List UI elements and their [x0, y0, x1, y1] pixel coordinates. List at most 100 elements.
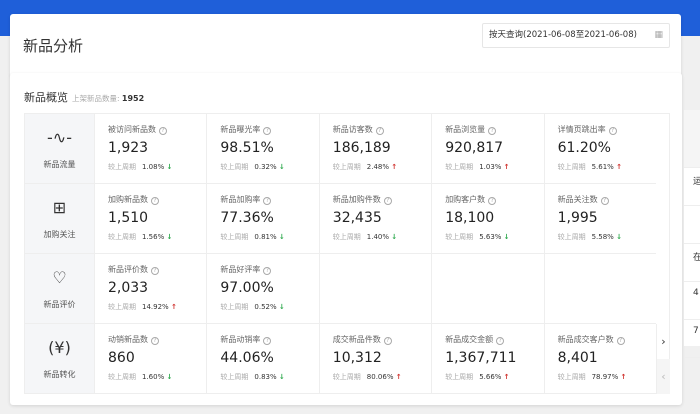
arrow-down-icon: ↓: [391, 233, 398, 241]
metric-value: 1,510: [108, 210, 149, 226]
help-icon[interactable]: ?: [151, 337, 159, 345]
help-icon[interactable]: ?: [151, 267, 159, 275]
help-icon[interactable]: ?: [263, 127, 272, 135]
date-range-text: 按天查询(2021-06-08至2021-06-08): [489, 30, 637, 40]
row-label-text: 加购关注: [43, 230, 76, 239]
compare-label: 较上周期: [220, 233, 249, 241]
help-icon[interactable]: ?: [159, 127, 167, 135]
metric-value: 32,435: [332, 210, 382, 226]
calendar-icon: ▦: [654, 30, 663, 40]
help-icon[interactable]: ?: [616, 337, 625, 345]
side-panel-item[interactable]: 7: [684, 320, 700, 358]
compare-label: 较上周期: [220, 373, 249, 381]
side-panel-item[interactable]: 在: [684, 244, 700, 282]
row-label-text: 新品转化: [43, 370, 76, 379]
section-title: 新品概览: [24, 91, 68, 104]
metric-value: 860: [108, 350, 135, 366]
date-range-picker[interactable]: 按天查询(2021-06-08至2021-06-08) ▦: [482, 23, 670, 48]
compare-label: 较上周期: [220, 163, 249, 171]
compare-label: 较上周期: [108, 303, 136, 311]
help-icon[interactable]: ?: [383, 197, 392, 205]
compare-label: 较上周期: [332, 163, 361, 171]
help-icon[interactable]: ?: [375, 127, 384, 135]
metric-change: 1.40%: [366, 233, 390, 241]
help-icon[interactable]: ?: [151, 197, 159, 205]
metric-row: (¥) 新品转化 动销新品数? 860 较上周期 1.60% ↓ 新品动销率? 44.06% 较…: [25, 324, 656, 394]
metric-name: 加购客户数: [445, 195, 486, 204]
metric-row: ⊞ 加购关注 加购新品数? 1,510 较上周期 1.56% ↓ 新品加购率? 77.36% 较…: [25, 184, 656, 254]
metric-value: 2,033: [108, 280, 149, 296]
listed-count: 1952: [121, 94, 145, 103]
compare-label: 较上周期: [108, 163, 136, 171]
arrow-down-icon: ↓: [278, 163, 285, 171]
metric-cell: 成交新品件数? 10,312 较上周期 80.06% ↑: [318, 324, 431, 393]
metric-cell: 加购客户数? 18,100 较上周期 5.63% ↓: [431, 184, 543, 253]
help-icon[interactable]: ?: [383, 337, 392, 345]
arrow-up-icon: ↑: [616, 163, 622, 171]
cart-add-icon: ⊞: [52, 198, 67, 217]
metric-name: 新品动销率: [220, 335, 261, 344]
arrow-up-icon: ↑: [503, 163, 510, 171]
heart-icon: ♡: [52, 268, 67, 287]
metric-value: 97.00%: [220, 280, 274, 296]
arrow-up-icon: ↑: [503, 373, 510, 381]
help-icon[interactable]: ?: [488, 127, 497, 135]
arrow-down-icon: ↓: [503, 233, 510, 241]
metric-name: 加购新品数: [108, 195, 148, 204]
metric-cell: [543, 254, 656, 323]
metric-value: 44.06%: [220, 350, 274, 366]
compare-label: 较上周期: [445, 373, 474, 381]
next-button[interactable]: ›: [656, 324, 670, 359]
row-label: (¥) 新品转化: [25, 324, 94, 393]
metric-cell: [318, 254, 431, 323]
help-icon[interactable]: ?: [600, 197, 609, 205]
metric-name: 成交新品件数: [332, 335, 381, 344]
metric-change: 5.63%: [479, 233, 502, 241]
metric-name: 新品好评率: [220, 265, 261, 274]
metric-value: 1,367,711: [445, 350, 517, 366]
metric-name: 被访问新品数: [108, 125, 156, 134]
help-icon[interactable]: ?: [263, 337, 272, 345]
help-icon[interactable]: ?: [488, 197, 497, 205]
compare-label: 较上周期: [557, 233, 586, 241]
arrow-up-icon: ↑: [391, 163, 398, 171]
metric-cell: 新品曝光率? 98.51% 较上周期 0.32% ↓: [206, 114, 318, 183]
metric-name: 新品曝光率: [220, 125, 261, 134]
metric-change: 5.58%: [591, 233, 614, 241]
compare-label: 较上周期: [108, 373, 136, 381]
metric-cell: 新品评价数? 2,033 较上周期 14.92% ↑: [94, 254, 206, 323]
compare-label: 较上周期: [445, 233, 474, 241]
metric-value: 920,817: [445, 140, 504, 156]
header-card: 新品分析 按天查询(2021-06-08至2021-06-08) ▦: [10, 14, 681, 77]
metric-cell: 新品关注数? 1,995 较上周期 5.58% ↓: [543, 184, 656, 253]
metric-change: 14.92%: [142, 303, 169, 311]
arrow-down-icon: ↓: [278, 373, 285, 381]
metric-value: 1,995: [557, 210, 598, 226]
arrow-up-icon: ↑: [395, 373, 402, 381]
side-panel-item[interactable]: 运: [684, 168, 700, 206]
metric-name: 详情页跳出率: [557, 125, 606, 134]
metric-cell: 动销新品数? 860 较上周期 1.60% ↓: [94, 324, 206, 393]
arrow-down-icon: ↓: [278, 303, 285, 311]
metric-value: 8,401: [557, 350, 598, 366]
help-icon[interactable]: ?: [608, 127, 617, 135]
compare-label: 较上周期: [220, 303, 249, 311]
compare-label: 较上周期: [108, 233, 136, 241]
arrow-up-icon: ↑: [620, 373, 627, 381]
help-icon[interactable]: ?: [496, 337, 505, 345]
pulse-icon: -∿-: [47, 128, 72, 147]
help-icon[interactable]: ?: [263, 267, 272, 275]
metric-change: 80.06%: [366, 373, 394, 381]
arrow-down-icon: ↓: [166, 233, 173, 241]
metric-name: 新品浏览量: [445, 125, 486, 134]
side-panel-item[interactable]: 4: [684, 282, 700, 320]
metric-change: 0.81%: [254, 233, 277, 241]
prev-button[interactable]: ‹: [656, 359, 670, 394]
metric-cell: 详情页跳出率? 61.20% 较上周期 5.61% ↑: [543, 114, 656, 183]
compare-label: 较上周期: [445, 163, 474, 171]
help-icon[interactable]: ?: [263, 197, 272, 205]
row-label-text: 新品评价: [43, 300, 76, 309]
metric-change: 1.03%: [479, 163, 502, 171]
side-panel-item[interactable]: [684, 206, 700, 244]
metric-change: 0.32%: [254, 163, 277, 171]
